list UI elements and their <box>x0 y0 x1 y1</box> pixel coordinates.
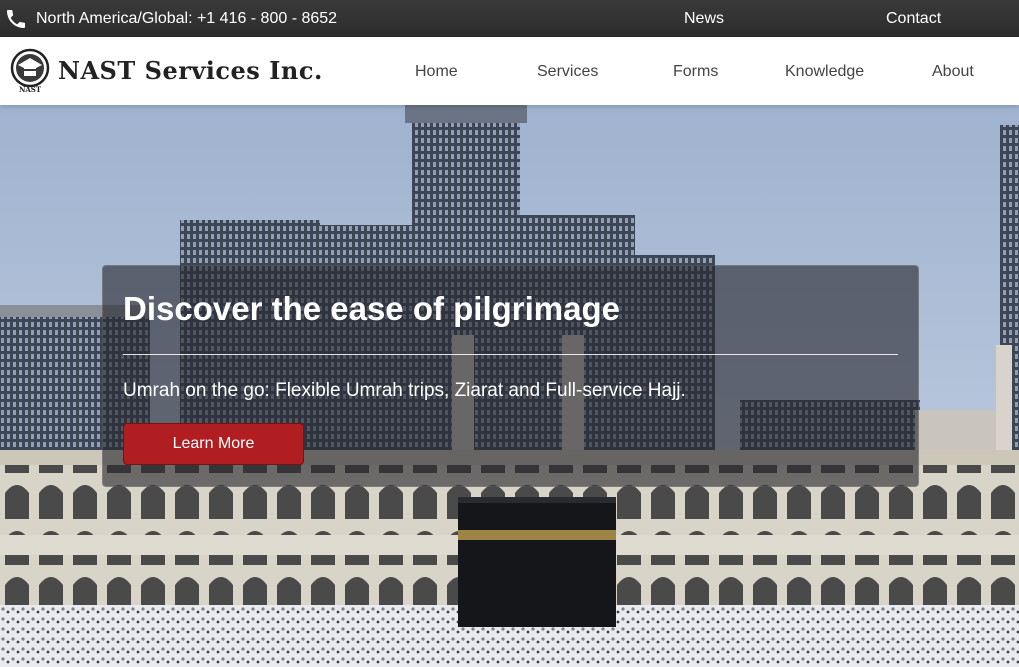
svg-text:NAST: NAST <box>19 85 42 94</box>
top-utility-bar: North America/Global: +1 416 - 800 - 865… <box>0 0 1019 37</box>
contact-link[interactable]: Contact <box>886 10 941 28</box>
phone-number-text: North America/Global: +1 416 - 800 - 865… <box>36 10 338 27</box>
phone-icon <box>7 10 25 28</box>
nav-forms[interactable]: Forms <box>673 63 718 81</box>
hero-subtitle: Umrah on the go: Flexible Umrah trips, Z… <box>123 380 686 401</box>
nav-about[interactable]: About <box>932 63 974 81</box>
logo-home-link[interactable]: NAST NAST Services Inc. <box>10 48 323 94</box>
hero-title: Discover the ease of pilgrimage <box>123 290 621 327</box>
hero-divider <box>123 354 898 355</box>
hero-section: Discover the ease of pilgrimage Umrah on… <box>0 105 1019 667</box>
hero-card: Discover the ease of pilgrimage Umrah on… <box>102 265 919 487</box>
news-link[interactable]: News <box>684 10 724 28</box>
nav-knowledge[interactable]: Knowledge <box>785 63 864 81</box>
nast-emblem-icon: NAST <box>10 48 50 94</box>
brand-name: NAST Services Inc. <box>58 55 323 85</box>
learn-more-button[interactable]: Learn More <box>123 423 304 465</box>
phone-contact[interactable]: North America/Global: +1 416 - 800 - 865… <box>4 7 337 31</box>
main-navbar: NAST NAST Services Inc. Home Services Fo… <box>0 37 1019 105</box>
nav-services[interactable]: Services <box>537 63 598 81</box>
nav-home[interactable]: Home <box>415 63 458 81</box>
